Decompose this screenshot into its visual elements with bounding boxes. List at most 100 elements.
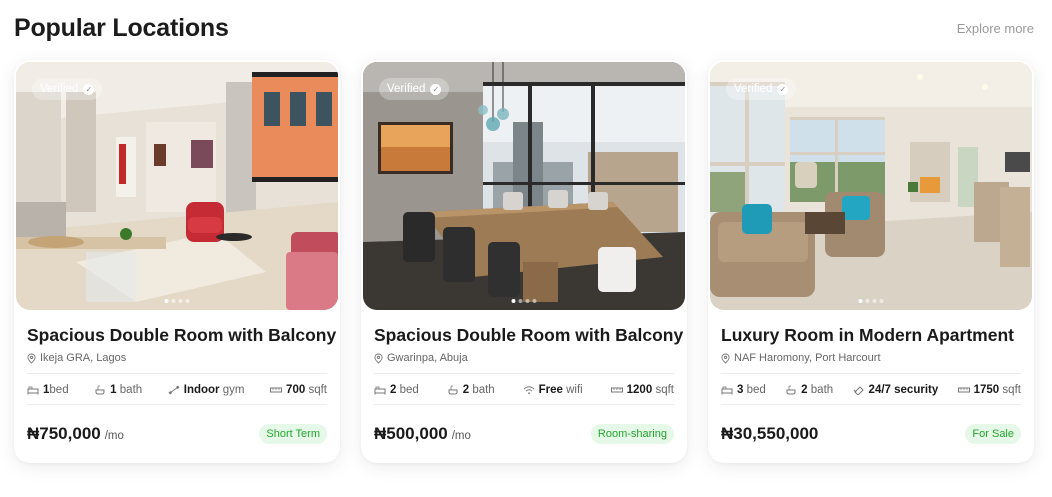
- feature-value: 700: [286, 384, 306, 396]
- ruler-icon: [610, 387, 623, 393]
- feature-value: 2: [801, 384, 808, 396]
- listing-features: 2 bed 2 bath Free wifi 1200 sqft: [374, 380, 674, 400]
- pagination-dot[interactable]: [164, 299, 169, 303]
- divider: [721, 373, 1021, 374]
- feature-bed: 1bed: [27, 384, 69, 396]
- listing-title[interactable]: Luxury Room in Modern Apartment: [721, 325, 1021, 346]
- listing-price: ₦500,000/mo: [374, 424, 471, 444]
- check-icon: ✓: [430, 83, 442, 95]
- pagination-dot[interactable]: [858, 299, 863, 303]
- price-row: ₦500,000/mo Room-sharing: [374, 421, 674, 447]
- feature-label: bath: [119, 384, 143, 396]
- pagination-dot[interactable]: [525, 299, 530, 303]
- listing-title[interactable]: Spacious Double Room with Balcony: [374, 325, 683, 346]
- divider: [374, 373, 674, 374]
- feature-amenity: Indoor gym: [168, 384, 245, 396]
- pagination-dot[interactable]: [865, 299, 870, 303]
- divider: [374, 404, 674, 405]
- pagination-dot[interactable]: [178, 299, 183, 303]
- location-text: NAF Haromony, Port Harcourt: [734, 352, 881, 364]
- feature-value: Free: [538, 384, 563, 396]
- feature-bath: 2 bath: [785, 384, 833, 396]
- listing-price: ₦30,550,000: [721, 424, 822, 444]
- feature-label: bed: [49, 384, 69, 396]
- bath-icon: [95, 385, 105, 395]
- pagination-dot[interactable]: [185, 299, 190, 303]
- feature-bed: 2 bed: [374, 384, 419, 396]
- bath-icon: [786, 385, 796, 395]
- feature-amenity: 24/7 security: [853, 384, 939, 396]
- listing-price: ₦750,000/mo: [27, 424, 124, 444]
- pagination-dot[interactable]: [518, 299, 523, 303]
- location-pin-icon: [374, 353, 383, 364]
- listing-type-badge: Short Term: [259, 424, 327, 444]
- feature-value: 2: [462, 384, 470, 396]
- check-icon: ✓: [83, 83, 95, 95]
- photo-pagination[interactable]: [858, 299, 884, 303]
- feature-label: sqft: [655, 384, 674, 396]
- divider: [27, 373, 327, 374]
- listing-photo[interactable]: Verified ✓: [16, 62, 338, 310]
- feature-label: sqft: [1002, 384, 1021, 396]
- listing-info: Luxury Room in Modern Apartment NAF Haro…: [721, 325, 1021, 364]
- bed-icon: [374, 386, 386, 395]
- location-pin-icon: [27, 353, 36, 364]
- listing-photo[interactable]: Verified ✓: [363, 62, 685, 310]
- listing-photo[interactable]: Verified ✓: [710, 62, 1032, 310]
- listing-type-badge: Room-sharing: [590, 424, 674, 444]
- feature-label: bed: [746, 384, 766, 396]
- listing-type-badge: For Sale: [965, 424, 1021, 444]
- divider: [27, 404, 327, 405]
- check-icon: ✓: [777, 83, 789, 95]
- photo-pagination[interactable]: [511, 299, 537, 303]
- feature-value: 1750: [973, 384, 1000, 396]
- feature-area: 700 sqft: [270, 384, 327, 396]
- security-icon: [853, 386, 864, 395]
- feature-value: 1: [110, 384, 117, 396]
- feature-label: sqft: [308, 384, 327, 396]
- listing-location: NAF Haromony, Port Harcourt: [721, 352, 1021, 364]
- listing-location: Gwarinpa, Abuja: [374, 352, 674, 364]
- feature-label: gym: [222, 384, 245, 396]
- verified-badge: Verified ✓: [32, 78, 103, 100]
- bed-icon: [721, 386, 733, 395]
- feature-area: 1750 sqft: [957, 384, 1021, 396]
- feature-value: 2: [390, 384, 397, 396]
- listing-card[interactable]: Verified ✓ Spacious Double Room with Bal…: [361, 60, 687, 463]
- listing-card[interactable]: Verified ✓ Spacious Double Room with Bal…: [14, 60, 340, 463]
- pagination-dot[interactable]: [872, 299, 877, 303]
- listing-info: Spacious Double Room with Balcony Ikeja …: [27, 325, 336, 364]
- feature-label: security: [894, 384, 939, 396]
- explore-more-link[interactable]: Explore more: [957, 21, 1034, 36]
- pagination-dot[interactable]: [171, 299, 176, 303]
- price-value: ₦750,000: [27, 424, 101, 443]
- feature-label: bath: [810, 384, 834, 396]
- price-row: ₦30,550,000 For Sale: [721, 421, 1021, 447]
- verified-label: Verified: [734, 83, 773, 95]
- listing-features: 3 bed 2 bath 24/7 security 1750 sqft: [721, 380, 1021, 400]
- verified-label: Verified: [40, 83, 79, 95]
- divider: [721, 404, 1021, 405]
- section-header: Popular Locations Explore more: [14, 10, 1034, 46]
- photo-pagination[interactable]: [164, 299, 190, 303]
- verified-label: Verified: [387, 83, 426, 95]
- listing-info: Spacious Double Room with Balcony Gwarin…: [374, 325, 683, 364]
- pagination-dot[interactable]: [532, 299, 537, 303]
- pagination-dot[interactable]: [511, 299, 516, 303]
- listing-title[interactable]: Spacious Double Room with Balcony: [27, 325, 336, 346]
- listing-location: Ikeja GRA, Lagos: [27, 352, 327, 364]
- feature-value: 1200: [626, 384, 653, 396]
- ruler-icon: [957, 387, 970, 393]
- location-pin-icon: [721, 353, 730, 364]
- feature-label: bath: [472, 384, 495, 396]
- dumbbell-icon: [168, 385, 180, 395]
- price-value: ₦30,550,000: [721, 424, 819, 443]
- feature-bath: 2 bath: [447, 384, 495, 396]
- listing-card[interactable]: Verified ✓ Luxury Room in Modern Apartme…: [708, 60, 1034, 463]
- price-period: /mo: [451, 430, 471, 442]
- verified-badge: Verified ✓: [379, 78, 450, 100]
- pagination-dot[interactable]: [879, 299, 884, 303]
- bed-icon: [27, 386, 39, 395]
- section-title: Popular Locations: [14, 13, 229, 42]
- wifi-icon: [523, 386, 534, 395]
